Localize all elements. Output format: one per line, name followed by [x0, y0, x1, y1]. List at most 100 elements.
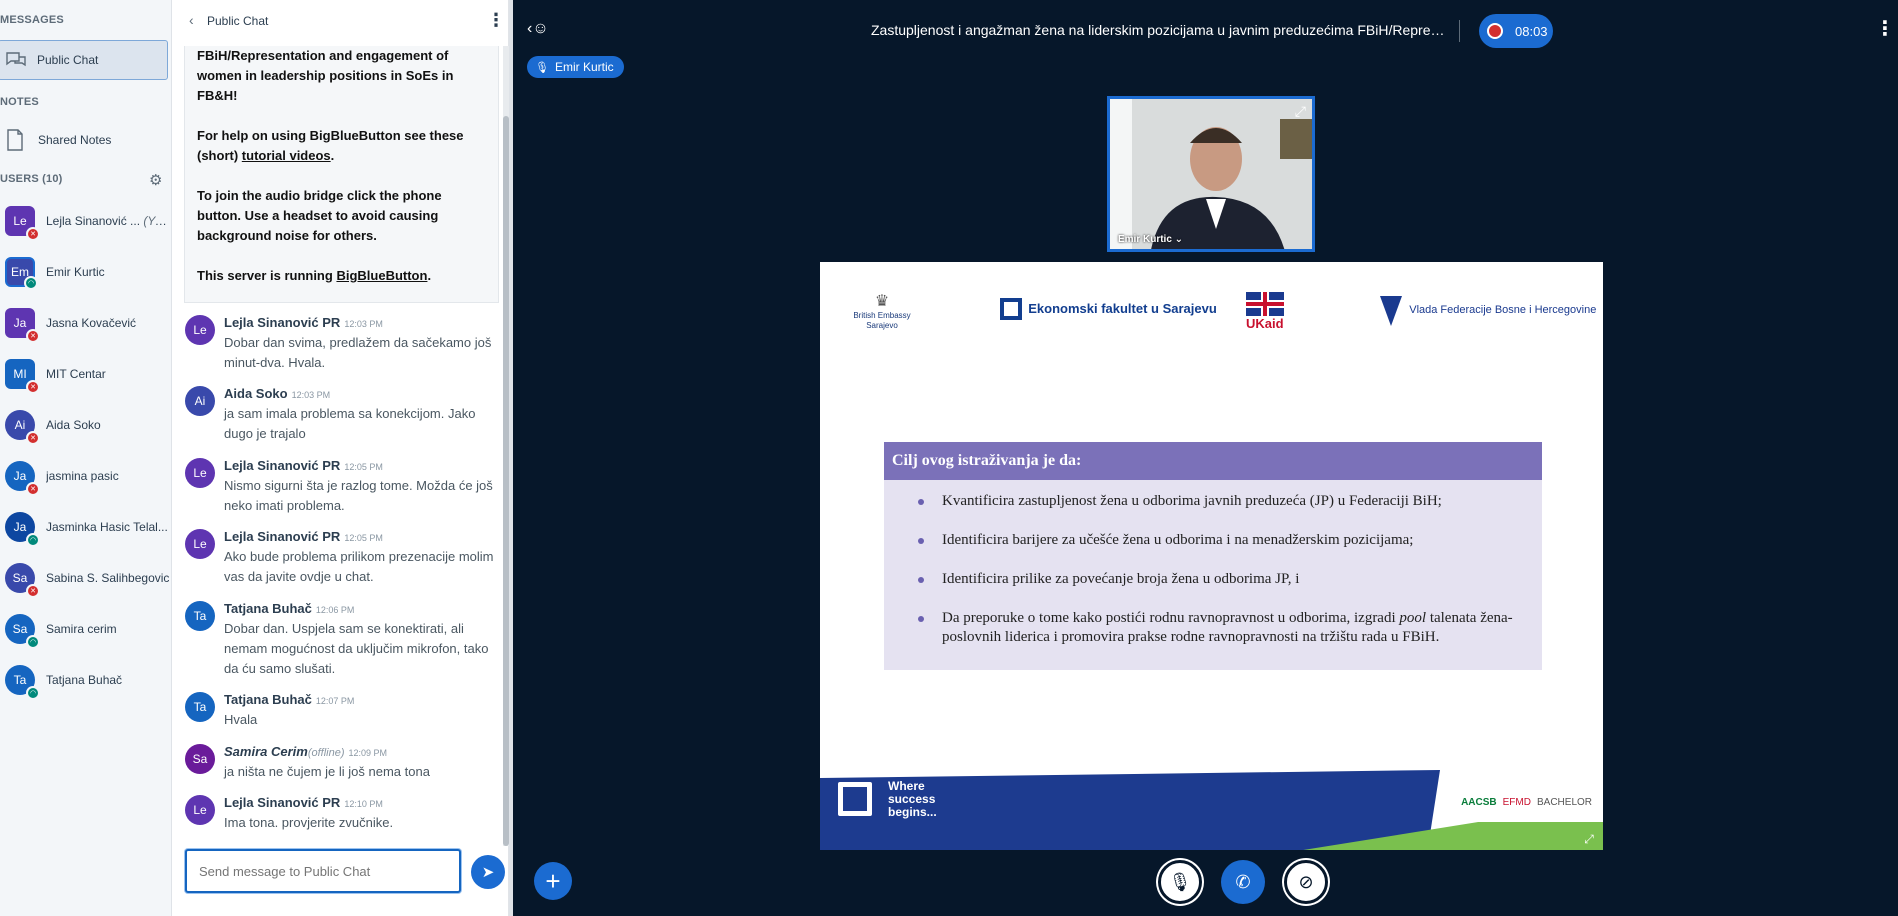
tutorial-videos-link[interactable]: tutorial videos — [242, 148, 331, 163]
avatar: MI ✕ — [5, 359, 40, 394]
presentation-area: ‹☺ Zastupljenost i angažman žena na lide… — [513, 0, 1898, 916]
microphone-icon: 🎙 — [535, 61, 549, 74]
notes-section-title: NOTES — [0, 96, 39, 108]
avatar: Ai ✕ — [5, 410, 40, 445]
user-item[interactable]: Sa ◠ Samira cerim — [0, 609, 171, 649]
meeting-title: Zastupljenost i angažman žena na lidersk… — [871, 22, 1451, 38]
muted-mic-icon: ✕ — [26, 227, 40, 241]
share-webcam-button[interactable]: ⊘ — [1284, 860, 1328, 904]
webcam-username[interactable]: Emir Kurtic ⌄ — [1118, 234, 1183, 245]
avatar: Ta — [185, 692, 215, 722]
leave-audio-button[interactable]: ✆ — [1221, 860, 1265, 904]
record-icon — [1487, 23, 1503, 39]
message-text: Hvala — [224, 712, 258, 727]
talker-name: Emir Kurtic — [554, 60, 614, 74]
user-item[interactable]: Ja ✕ Jasna Kovačević — [0, 303, 171, 343]
avatar: Le — [185, 529, 215, 559]
avatar: Ja ◠ — [5, 512, 40, 547]
message-text: ja ništa ne čujem je li još nema tona — [224, 764, 430, 779]
message-text: Ako bude problema prilikom prezenacije m… — [224, 549, 494, 584]
avatar: Le — [185, 458, 215, 488]
muted-mic-icon: ✕ — [26, 584, 40, 598]
public-chat-item[interactable]: Public Chat — [0, 40, 168, 80]
muted-mic-icon: ✕ — [26, 482, 40, 496]
user-name: Tatjana Buhač — [46, 673, 123, 687]
chat-message-input[interactable] — [185, 849, 461, 893]
webcam-feed — [1110, 99, 1312, 249]
avatar: Ja ✕ — [5, 308, 40, 343]
muted-mic-icon: ✕ — [26, 380, 40, 394]
avatar: Sa — [185, 744, 215, 774]
avatar: Le ✕ — [5, 206, 40, 241]
phone-icon: ✆ — [1235, 871, 1251, 892]
chat-title[interactable]: Public Chat — [207, 14, 268, 28]
message-author: Samira Cerim(offline) 12:09 PM — [224, 744, 388, 759]
fullscreen-icon[interactable]: ⤢ — [1295, 103, 1306, 120]
slide-bullet: Identificira prilike za povećanje broja … — [918, 570, 1522, 589]
shared-notes-label: Shared Notes — [38, 133, 112, 147]
user-item[interactable]: Ai ✕ Aida Soko — [0, 405, 171, 445]
recording-indicator[interactable]: 08:03 — [1479, 14, 1553, 48]
message-author: Lejla Sinanović PR 12:05 PM — [224, 529, 383, 544]
user-name: Jasminka Hasic Telal... — [46, 520, 168, 534]
message-text: ja sam imala problema sa konekcijom. Jak… — [224, 406, 476, 441]
user-item[interactable]: Ja ◠ Jasminka Hasic Telal... — [0, 507, 171, 547]
ukaid-logo: UKaid — [1246, 292, 1286, 332]
user-item[interactable]: Em ◠ Emir Kurtic — [0, 252, 171, 292]
message-text: Ima tona. provjerite zvučnike. — [224, 815, 394, 830]
avatar: Le — [185, 315, 215, 345]
user-name: Samira cerim — [46, 622, 117, 636]
british-embassy-logo: ♛ British Embassy Sarajevo — [853, 293, 911, 330]
separator — [1459, 20, 1460, 42]
avatar: Ta ◠ — [5, 665, 40, 700]
slide-logos: ♛ British Embassy Sarajevo Ekonomski fak… — [820, 290, 1603, 350]
gear-icon[interactable]: ⚙ — [149, 171, 162, 189]
public-chat-label: Public Chat — [37, 53, 99, 67]
slide-bullet: Identificira barijere za učešće žena u o… — [918, 531, 1522, 550]
slide-bullet: Kvantificira zastupljenost žena u odbori… — [918, 492, 1522, 511]
actions-plus-button[interactable]: + — [534, 862, 572, 900]
chat-options-icon[interactable]: ⋮ — [487, 10, 505, 31]
webcam-video[interactable]: ⤢ Emir Kurtic ⌄ — [1107, 96, 1315, 252]
messages-section-title: MESSAGES — [0, 14, 64, 26]
muted-mic-icon: ✕ — [26, 431, 40, 445]
fullscreen-icon[interactable]: ⤢ — [1579, 830, 1599, 848]
slide-heading: Cilj ovog istraživanja je da: — [884, 442, 1542, 480]
listen-headphones-icon: ◠ — [24, 276, 38, 290]
avatar: Ta — [185, 601, 215, 631]
top-navbar: ‹☺ Zastupljenost i angažman žena na lide… — [513, 0, 1898, 60]
avatar: Ja ✕ — [5, 461, 40, 496]
toggle-userlist-icon[interactable]: ‹☺ — [527, 20, 549, 38]
avatar: Sa ✕ — [5, 563, 40, 598]
message-author: Aida Soko 12:03 PM — [224, 386, 331, 401]
message-author: Lejla Sinanović PR 12:05 PM — [224, 458, 383, 473]
user-list-panel: MESSAGES Public Chat NOTES Shared Notes … — [0, 0, 172, 916]
presentation-slide: ♛ British Embassy Sarajevo Ekonomski fak… — [820, 262, 1603, 850]
user-item[interactable]: MI ✕ MIT Centar — [0, 354, 171, 394]
user-name: Aida Soko — [46, 418, 101, 432]
user-item[interactable]: Ja ✕ jasmina pasic — [0, 456, 171, 496]
user-item[interactable]: Ta ◠ Tatjana Buhač — [0, 660, 171, 700]
avatar: Sa ◠ — [5, 614, 40, 649]
user-name: Lejla Sinanović ... (You) — [46, 214, 171, 228]
avatar: Le — [185, 795, 215, 825]
welcome-line: For help on using BigBlueButton see thes… — [197, 128, 464, 163]
chat-header: ‹ Public Chat ⋮ — [173, 0, 509, 42]
recording-time: 08:03 — [1515, 23, 1548, 39]
mute-microphone-button[interactable]: 🎙 — [1158, 860, 1202, 904]
federacija-bih-logo: Vlada Federacije Bosne i Hercegovine — [1380, 296, 1596, 326]
chevron-left-icon[interactable]: ‹ — [189, 12, 194, 28]
accreditation-badge: AACSB EFMD BACHELOR — [1454, 782, 1603, 822]
talking-indicator[interactable]: 🎙 Emir Kurtic — [527, 56, 624, 78]
options-menu-icon[interactable]: ⋮ — [1875, 16, 1895, 41]
user-item[interactable]: Sa ✕ Sabina S. Salihbegovic — [0, 558, 171, 598]
user-item[interactable]: Le ✕ Lejla Sinanović ... (You) — [0, 201, 171, 241]
message-field[interactable] — [187, 851, 459, 891]
user-name: MIT Centar — [46, 367, 106, 381]
message-text: Dobar dan. Uspjela sam se konektirati, a… — [224, 621, 489, 676]
bigbluebutton-link[interactable]: BigBlueButton — [336, 268, 427, 283]
listen-headphones-icon: ◠ — [26, 533, 40, 547]
send-icon[interactable]: ➤ — [471, 855, 505, 889]
welcome-line: To join the audio bridge click the phone… — [197, 188, 442, 243]
shared-notes-item[interactable]: Shared Notes — [0, 122, 170, 158]
